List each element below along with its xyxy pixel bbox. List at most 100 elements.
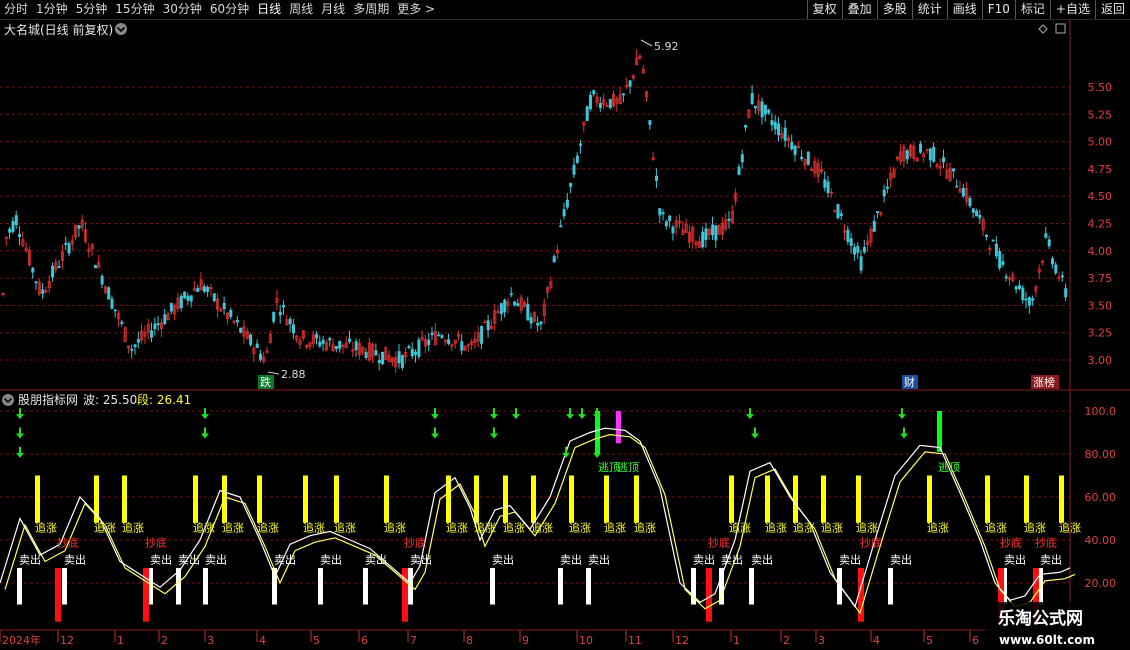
chase-bar	[634, 475, 639, 523]
candle-down	[701, 226, 705, 249]
candle-up	[631, 74, 635, 81]
candle-up	[909, 143, 913, 159]
candle-up	[820, 161, 824, 174]
candle-up	[262, 351, 266, 364]
candle-down	[334, 345, 338, 353]
price-tick-label: 5.25	[1088, 108, 1113, 121]
price-tick-label: 3.75	[1088, 272, 1113, 285]
candle-down	[770, 112, 774, 132]
tab-15min[interactable]: 15分钟	[111, 0, 158, 19]
candle-down	[120, 319, 124, 327]
candle-up	[803, 158, 807, 170]
diamond-icon[interactable]	[1038, 24, 1048, 34]
chase-label: 追涨	[222, 520, 244, 534]
overlay-button[interactable]: 叠加	[841, 0, 877, 19]
tab-multi-period[interactable]: 多周期	[349, 0, 393, 19]
candle-up	[780, 126, 784, 141]
candle-down	[509, 287, 513, 298]
candle-down	[169, 302, 173, 315]
candle-down	[196, 284, 200, 292]
bottom-label: 抄底	[860, 535, 882, 549]
candle-down	[57, 259, 61, 269]
adjust-button[interactable]: 复权	[806, 0, 842, 19]
draw-line-button[interactable]: 画线	[946, 0, 982, 19]
drop-tag[interactable]: 跌	[258, 375, 274, 389]
candle-up	[1008, 275, 1012, 287]
candle-up	[70, 234, 74, 251]
tab-5min[interactable]: 5分钟	[72, 0, 112, 19]
chase-label: 追涨	[94, 520, 116, 534]
bottom-label: 抄底	[145, 535, 167, 549]
candle-down	[754, 105, 758, 114]
finance-tag[interactable]: 财	[902, 375, 918, 389]
candle-up	[166, 311, 170, 321]
svg-text:5.92: 5.92	[654, 40, 679, 53]
candle-up	[390, 357, 394, 367]
candle-up	[965, 182, 969, 206]
stock-title: 大名城(日线 前复权)	[4, 22, 113, 37]
candle-up	[833, 209, 837, 213]
candle-up	[549, 276, 553, 291]
candle-down	[315, 331, 319, 345]
down-arrow-icon	[490, 408, 498, 420]
time-label: 2	[161, 634, 168, 647]
tab-weekly[interactable]: 周线	[285, 0, 317, 19]
add-watchlist-button[interactable]: +自选	[1049, 0, 1095, 19]
back-button[interactable]: 返回	[1094, 0, 1130, 19]
price-tick-label: 3.25	[1088, 327, 1113, 340]
candle-up	[308, 341, 312, 351]
candle-down	[714, 225, 718, 249]
mark-button[interactable]: 标记	[1014, 0, 1050, 19]
tab-30min[interactable]: 30分钟	[159, 0, 206, 19]
tab-monthly[interactable]: 月线	[317, 0, 349, 19]
candle-down	[565, 192, 569, 210]
candle-up	[357, 338, 361, 360]
candle-down	[414, 349, 418, 363]
tab-60min[interactable]: 60分钟	[206, 0, 253, 19]
candle-down	[430, 326, 434, 340]
chase-label: 追涨	[985, 520, 1007, 534]
chart-area[interactable]: 大名城(日线 前复权) 5.50 5.25 5.00 4.75 4.50 4.25 4.00…	[0, 20, 1130, 650]
sell-label: 卖出	[150, 553, 172, 567]
candle-up	[935, 162, 939, 169]
title-dropdown-icon[interactable]	[115, 23, 127, 35]
candle-down	[839, 209, 843, 221]
multi-stock-button[interactable]: 多股	[876, 0, 912, 19]
tab-1min[interactable]: 1分钟	[32, 0, 72, 19]
top-list-tag[interactable]: 涨榜	[1031, 375, 1059, 389]
candle-up	[21, 231, 25, 248]
candle-down	[806, 151, 810, 166]
tab-timeshare[interactable]: 分时	[0, 0, 32, 19]
tab-daily[interactable]: 日线	[253, 0, 285, 19]
stats-button[interactable]: 统计	[911, 0, 947, 19]
candle-down	[664, 219, 668, 230]
candle-down	[552, 253, 556, 264]
sell-label: 卖出	[751, 553, 773, 567]
candle-down	[18, 226, 22, 246]
candle-up	[582, 121, 586, 133]
candle-down	[704, 222, 708, 248]
candle-down	[1064, 283, 1068, 302]
candle-down	[872, 215, 876, 232]
main-grid	[0, 86, 1070, 361]
sell-bar	[17, 567, 22, 605]
expand-icon[interactable]	[1055, 23, 1066, 34]
tab-more[interactable]: 更多 >	[393, 0, 439, 19]
candle-up	[44, 286, 48, 293]
candle-down	[942, 149, 946, 168]
candle-up	[242, 320, 246, 345]
candle-down	[668, 214, 672, 228]
chase-label: 追涨	[474, 520, 496, 534]
f10-button[interactable]: F10	[981, 0, 1015, 19]
chase-label: 追涨	[856, 520, 878, 534]
candle-down	[1027, 296, 1031, 314]
candle-down	[826, 175, 830, 198]
candle-up	[61, 244, 65, 269]
candle-down	[107, 286, 111, 300]
indicator-dropdown-icon[interactable]	[2, 394, 14, 406]
candle-up	[1037, 264, 1041, 280]
candle-up	[546, 286, 550, 299]
candle-up	[895, 156, 899, 162]
candle-up	[192, 280, 196, 292]
candle-up	[423, 334, 427, 354]
